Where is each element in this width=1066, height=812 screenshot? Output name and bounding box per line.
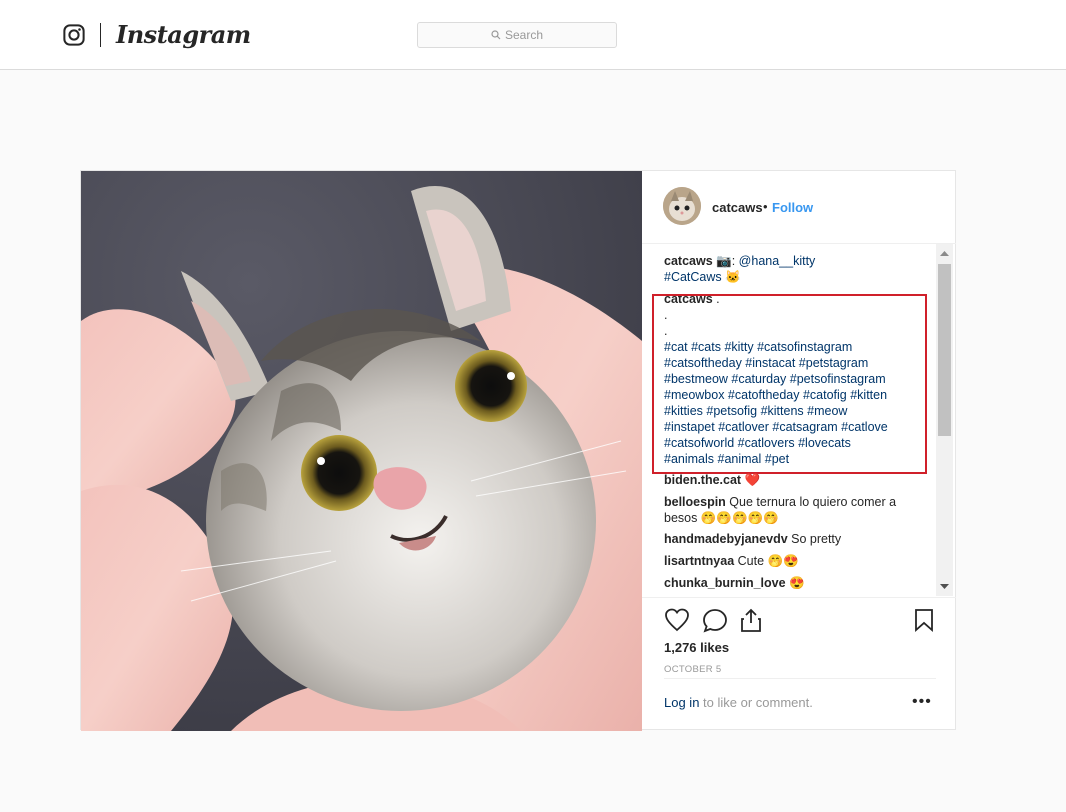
- bookmark-icon[interactable]: [914, 608, 934, 632]
- hashtag-link[interactable]: #CatCaws: [664, 270, 722, 284]
- instagram-wordmark-logo[interactable]: Instagram: [116, 20, 251, 49]
- comment: handmadebyjanevdv So pretty: [664, 531, 934, 547]
- comment: biden.the.cat ❤️: [664, 472, 934, 488]
- scroll-up-arrow-icon[interactable]: [936, 248, 953, 258]
- comment-text: Cute 🤭😍: [734, 554, 799, 568]
- post-card: catcaws • Follow catcaws 📷: @hana__kitty…: [80, 170, 956, 731]
- avatar[interactable]: [663, 187, 701, 225]
- comment: lisartntnyaa Cute 🤭😍: [664, 553, 934, 569]
- login-link[interactable]: Log in: [664, 695, 699, 710]
- comments-list[interactable]: catcaws 📷: @hana__kitty #CatCaws 🐱 catca…: [642, 244, 956, 596]
- likes-count[interactable]: 1,276 likes: [664, 640, 729, 655]
- login-prompt-text: to like or comment.: [699, 695, 813, 710]
- comment-username[interactable]: biden.the.cat: [664, 473, 741, 487]
- comment-username[interactable]: belloespin: [664, 495, 726, 509]
- instagram-camera-icon[interactable]: [63, 24, 85, 46]
- comments-scrollbar[interactable]: [936, 244, 953, 596]
- logo-divider: [100, 23, 101, 47]
- caption-username[interactable]: catcaws: [664, 254, 713, 268]
- post-date: OCTOBER 5: [664, 664, 722, 675]
- search-input[interactable]: Search: [417, 22, 617, 48]
- comment-text: So pretty: [787, 532, 842, 546]
- comment: belloespin Que ternura lo quiero comer a…: [664, 494, 934, 526]
- caption: catcaws 📷: @hana__kitty #CatCaws 🐱: [664, 254, 816, 284]
- comment-text: Que ternura lo quiero comer a: [725, 495, 897, 509]
- cat-emoji: 🐱: [725, 270, 741, 284]
- camera-emoji: 📷: [716, 254, 732, 268]
- comment-username[interactable]: handmadebyjanevdv: [664, 532, 788, 546]
- comment-icon[interactable]: [702, 608, 728, 633]
- post-sidebar: catcaws • Follow catcaws 📷: @hana__kitty…: [642, 171, 956, 729]
- top-nav-bar: Instagram Search: [0, 0, 1066, 70]
- post-photo[interactable]: [81, 171, 642, 731]
- post-author-username[interactable]: catcaws: [712, 200, 763, 215]
- follow-button[interactable]: Follow: [772, 200, 813, 215]
- scrollbar-thumb[interactable]: [938, 264, 951, 436]
- post-header: catcaws • Follow: [642, 171, 956, 244]
- search-placeholder: Search: [504, 28, 544, 42]
- login-prompt-row: Log in to like or comment. •••: [664, 678, 936, 729]
- heart-icon[interactable]: [664, 608, 690, 632]
- post-actions: 1,276 likes OCTOBER 5 Log in to like or …: [642, 597, 956, 730]
- comment-text: besos 🤭🤭🤭🤭🤭: [664, 511, 779, 525]
- comment-username[interactable]: chunka_burnin_love: [664, 576, 786, 590]
- highlight-box: [652, 294, 927, 474]
- more-options-button[interactable]: •••: [912, 693, 932, 711]
- scroll-down-arrow-icon[interactable]: [936, 582, 953, 592]
- comment-text: 😍: [785, 576, 805, 590]
- comment-username[interactable]: lisartntnyaa: [664, 554, 734, 568]
- comment-text: ❤️: [741, 473, 761, 487]
- avatar-image: [663, 187, 701, 225]
- comment: chunka_burnin_love 😍: [664, 575, 934, 591]
- cat-photo-illustration: [81, 171, 642, 731]
- share-icon[interactable]: [739, 607, 763, 633]
- mention-link[interactable]: @hana__kitty: [739, 254, 816, 268]
- search-icon: [491, 30, 501, 40]
- separator-dot: •: [763, 199, 768, 214]
